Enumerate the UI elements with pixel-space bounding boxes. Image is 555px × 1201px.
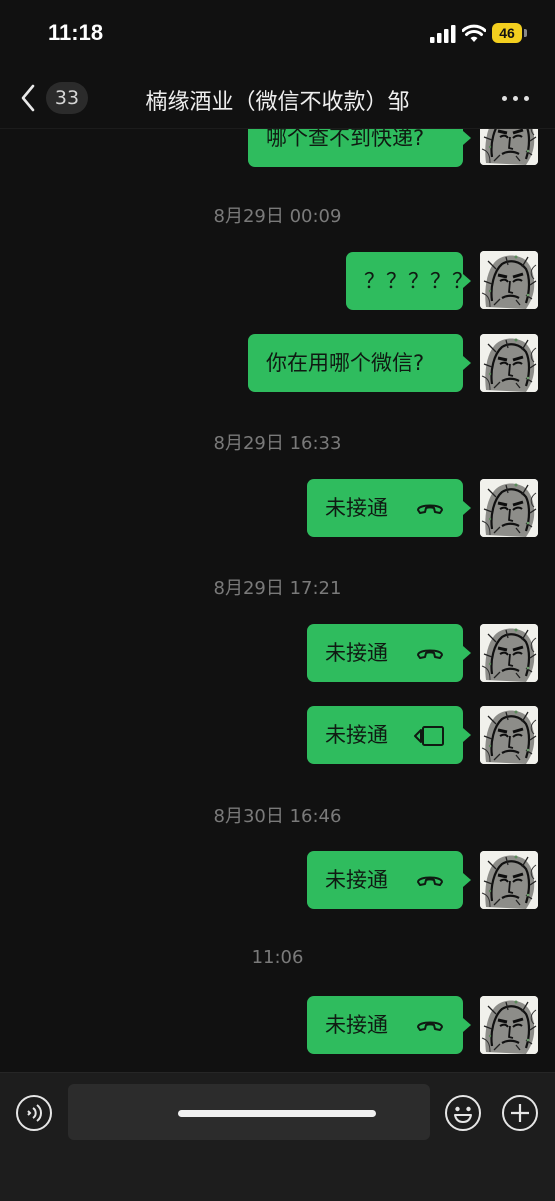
missed-call-bubble[interactable]: 未接通: [307, 624, 471, 682]
more-dot-icon: [513, 96, 518, 101]
call-status-text: 未接通: [325, 1013, 388, 1037]
message-text: 哪个查不到快递?: [266, 129, 425, 150]
status-time: 11:18: [48, 20, 104, 45]
avatar[interactable]: [480, 479, 538, 537]
battery-indicator: 46: [492, 23, 522, 43]
avatar-image: [480, 996, 538, 1054]
call-status-text: 未接通: [325, 723, 388, 747]
cellular-signal-icon: [430, 25, 456, 43]
back-button[interactable]: 33: [14, 78, 94, 118]
message-timestamp: 8月30日 16:46: [213, 806, 342, 827]
more-options-button[interactable]: [496, 86, 536, 112]
message-bubble[interactable]: 你在用哪个微信?: [248, 334, 471, 392]
more-dot-icon: [502, 96, 507, 101]
more-dot-icon: [524, 96, 529, 101]
phone-hangup-icon: [417, 1021, 443, 1031]
missed-call-bubble[interactable]: 未接通: [307, 996, 471, 1054]
avatar-image: [480, 706, 538, 764]
voice-icon[interactable]: [15, 1094, 53, 1132]
message-timestamp: 11:06: [251, 947, 304, 968]
phone-hangup-icon: [417, 504, 443, 514]
message-list[interactable]: 哪个查不到快递? 8月29日 00:09 ？？？？？ 你在用哪个微信? 8月29…: [0, 129, 555, 1072]
missed-call-bubble[interactable]: 未接通: [307, 851, 471, 909]
unread-count-badge: 33: [46, 82, 88, 114]
battery-cap: [524, 29, 527, 37]
phone-hangup-icon: [417, 876, 443, 886]
message-bubble[interactable]: ？？？？？: [346, 252, 473, 310]
call-status-text: 未接通: [325, 496, 388, 520]
message-text: ？？？？？: [364, 269, 474, 293]
avatar[interactable]: [480, 851, 538, 909]
avatar[interactable]: [480, 706, 538, 764]
avatar[interactable]: [480, 996, 538, 1054]
status-bar: 11:18 46: [0, 0, 555, 70]
message-timestamp: 8月29日 16:33: [213, 433, 342, 454]
phone-hangup-icon: [417, 649, 443, 659]
avatar[interactable]: [480, 334, 538, 392]
avatar[interactable]: [480, 129, 538, 165]
chevron-left-icon: [21, 84, 35, 112]
missed-call-bubble[interactable]: 未接通: [307, 479, 471, 537]
missed-video-call-bubble[interactable]: 未接通: [307, 706, 471, 764]
avatar-image: [480, 479, 538, 537]
avatar-image: [480, 334, 538, 392]
chat-title: 楠缘酒业（微信不收款）邹: [145, 90, 410, 115]
call-status-text: 未接通: [325, 868, 388, 892]
chat-header: 33 楠缘酒业（微信不收款）邹: [0, 70, 555, 129]
plus-icon[interactable]: [501, 1094, 539, 1132]
message-text: 你在用哪个微信?: [266, 351, 425, 375]
emoji-icon[interactable]: [444, 1094, 482, 1132]
message-timestamp: 8月29日 00:09: [213, 206, 342, 227]
home-indicator: [178, 1110, 376, 1117]
call-status-text: 未接通: [325, 641, 388, 665]
message-bubble[interactable]: 哪个查不到快递?: [248, 129, 471, 167]
avatar[interactable]: [480, 251, 538, 309]
wifi-icon: [462, 24, 486, 42]
video-camera-icon: [414, 726, 444, 746]
avatar[interactable]: [480, 624, 538, 682]
avatar-image: [480, 851, 538, 909]
input-bar: [0, 1072, 555, 1201]
avatar-image: [480, 624, 538, 682]
message-timestamp: 8月29日 17:21: [213, 578, 342, 599]
avatar-image: [480, 251, 538, 309]
avatar-image: [480, 129, 538, 165]
